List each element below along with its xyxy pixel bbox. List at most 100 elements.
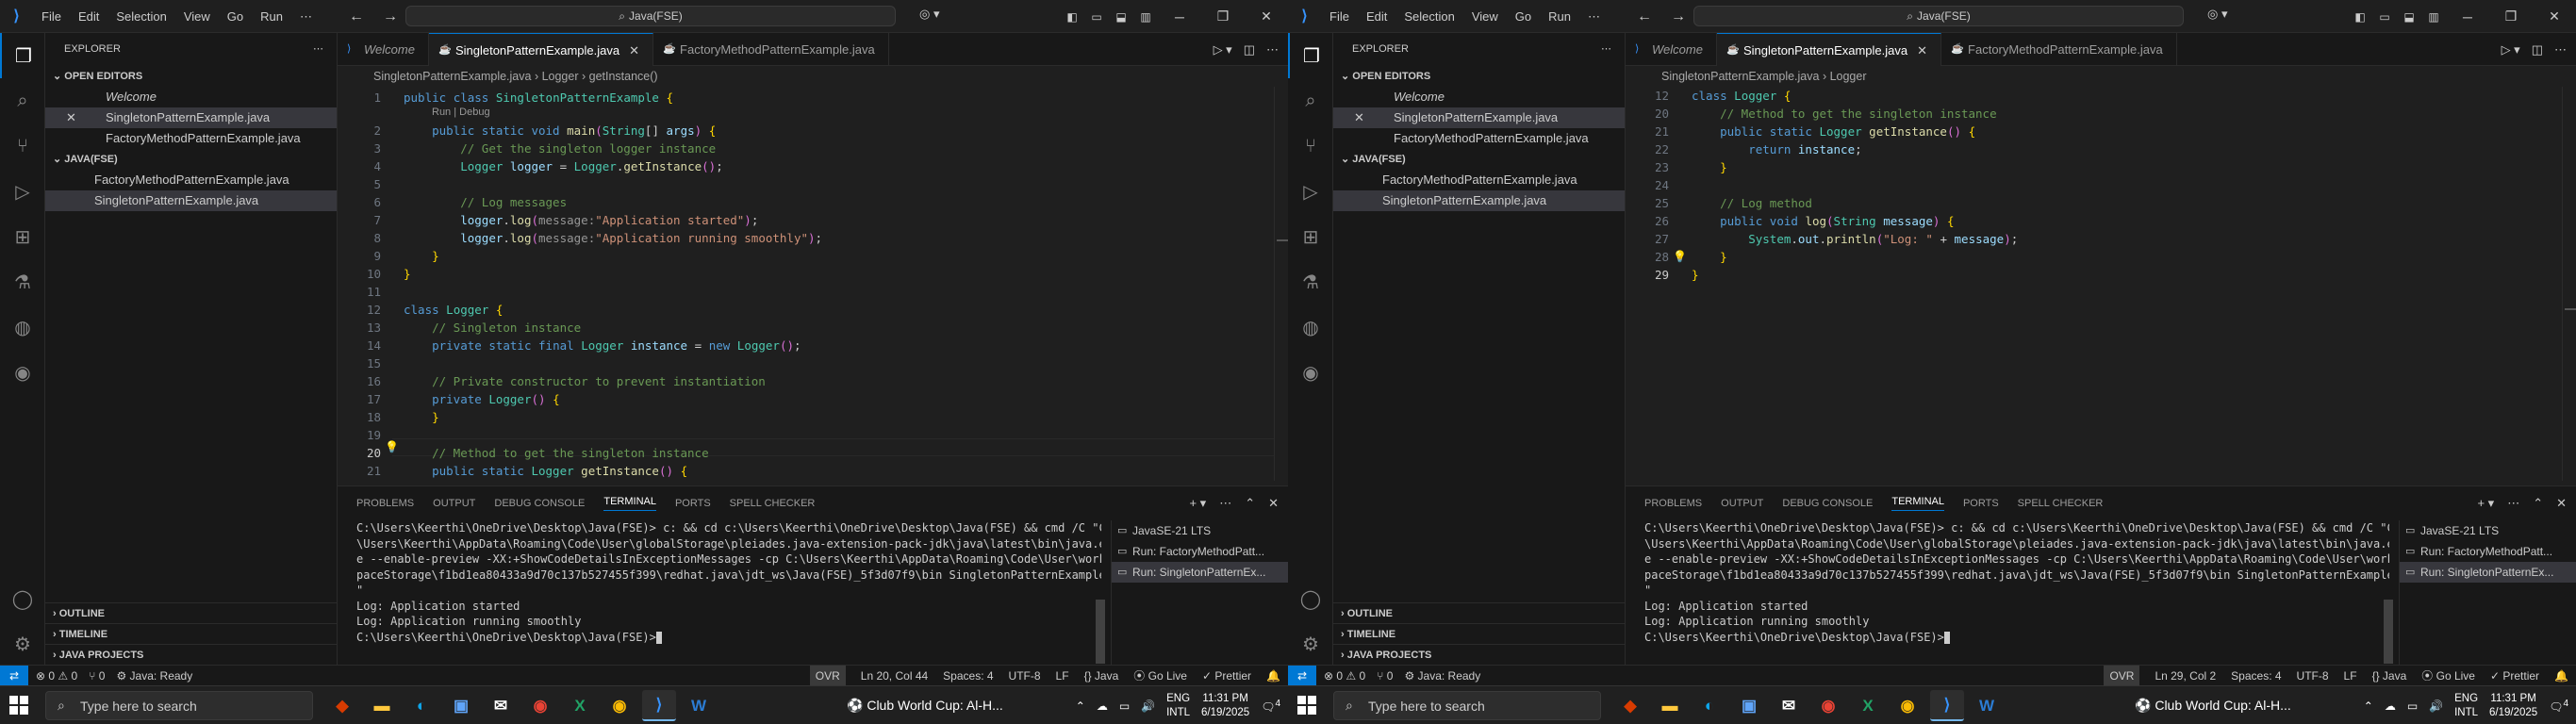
code-line[interactable]: 5 xyxy=(338,175,1288,193)
ports-status[interactable]: ⑂ 0 xyxy=(1377,666,1393,686)
volume-icon[interactable]: 🔊 xyxy=(2429,699,2443,713)
forward-arrow-icon[interactable]: → xyxy=(383,8,398,25)
code-line[interactable]: 2 public static void main(String[] args)… xyxy=(338,122,1288,140)
volume-icon[interactable]: 🔊 xyxy=(1141,699,1155,713)
tab-problems[interactable]: PROBLEMS xyxy=(1644,498,1702,509)
problems-status[interactable]: ⊗ 0 ⚠ 0 xyxy=(1324,666,1365,686)
new-terminal-icon[interactable]: + ▾ xyxy=(2477,496,2494,511)
excel-icon[interactable]: X xyxy=(563,690,597,721)
language-indicator[interactable]: ENG INTL xyxy=(2454,692,2478,720)
more-actions-icon[interactable]: ⋯ xyxy=(1266,42,1279,58)
minimize-button[interactable]: ─ xyxy=(1158,0,1201,33)
split-editor-icon[interactable]: ◫ xyxy=(2532,42,2543,58)
code-editor[interactable]: Run | Debug 💡 1 public class SingletonPat… xyxy=(338,87,1288,481)
codelens-run-debug[interactable]: Run | Debug xyxy=(432,106,490,119)
code-line[interactable]: 17 private Logger() { xyxy=(338,390,1288,408)
run-icon[interactable]: ▷ ▾ xyxy=(1214,42,1232,58)
source-control-icon[interactable]: ⑂ xyxy=(0,123,45,169)
language-indicator[interactable]: ENG INTL xyxy=(1166,692,1190,720)
code-line[interactable]: 16 // Private constructor to prevent ins… xyxy=(338,372,1288,390)
command-center[interactable]: ⌕ Java(FSE) xyxy=(405,6,896,26)
chrome-icon[interactable]: ◉ xyxy=(523,690,557,721)
go-live-button[interactable]: ⦿ Go Live xyxy=(2421,666,2475,686)
code-line[interactable]: 27 System.out.println("Log: " + message)… xyxy=(1626,230,2576,248)
more-menu-icon[interactable]: ⋯ xyxy=(1579,0,1609,33)
vscode-app-icon[interactable]: ⟩ xyxy=(642,690,676,721)
code-line[interactable]: 22 return instance; xyxy=(1626,140,2576,158)
mail-icon[interactable]: ✉ xyxy=(484,690,518,721)
network-icon[interactable]: ☁ xyxy=(1097,699,1108,713)
breadcrumb-method[interactable]: getInstance() xyxy=(589,70,658,83)
terminal-item[interactable]: ▭ Run: FactoryMethodPatt... xyxy=(2400,541,2576,562)
terminal-item[interactable]: ▭ JavaSE-21 LTS xyxy=(2400,520,2576,541)
tab-terminal[interactable]: TERMINAL xyxy=(1891,496,1944,511)
toggle-secondary-sidebar-icon[interactable]: ▭ xyxy=(2372,10,2397,24)
code-line[interactable]: 3 // Get the singleton logger instance xyxy=(338,140,1288,157)
language-mode[interactable]: {} Java xyxy=(2372,666,2407,686)
breadcrumb-file[interactable]: SingletonPatternExample.java xyxy=(373,70,531,83)
copilot-app-icon[interactable]: ◆ xyxy=(1613,690,1647,721)
notifications-icon[interactable]: 🔔 xyxy=(2554,666,2568,686)
toggle-panel-icon[interactable]: ⬓ xyxy=(2397,10,2421,24)
code-line[interactable]: 10} xyxy=(338,265,1288,283)
notifications-icon[interactable]: 🔔 xyxy=(1266,666,1280,686)
search-view-icon[interactable]: ⌕ xyxy=(0,78,45,123)
code-line[interactable]: 8 logger.log(message:"Application runnin… xyxy=(338,229,1288,247)
taskbar-search[interactable]: ⌕ Type here to search xyxy=(45,691,313,720)
code-line[interactable]: 12 class Logger { xyxy=(1626,87,2576,105)
timeline-section[interactable]: › TIMELINE xyxy=(45,623,338,644)
code-line[interactable]: 21 public static Logger getInstance() { xyxy=(338,462,1288,480)
tab-spell-checker[interactable]: SPELL CHECKER xyxy=(730,498,816,509)
open-editor-factory[interactable]: FactoryMethodPatternExample.java xyxy=(1333,128,1625,149)
more-actions-icon[interactable]: ⋯ xyxy=(1219,496,1231,511)
code-editor[interactable]: 💡 12 class Logger {20 // Method to get th… xyxy=(1626,87,2576,481)
open-editors-section[interactable]: ⌄ OPEN EDITORS xyxy=(45,66,337,87)
account-icon[interactable]: ◯ xyxy=(0,576,45,621)
open-editor-factory[interactable]: FactoryMethodPatternExample.java xyxy=(45,128,337,149)
close-window-button[interactable]: ✕ xyxy=(1245,0,1288,33)
close-icon[interactable]: ✕ xyxy=(66,107,76,128)
cursor-position[interactable]: Ln 29, Col 2 xyxy=(2155,666,2216,686)
tab-ports[interactable]: PORTS xyxy=(675,498,711,509)
mail-icon[interactable]: ✉ xyxy=(1772,690,1806,721)
go-live-button[interactable]: ⦿ Go Live xyxy=(1133,666,1187,686)
java-status[interactable]: ⚙ Java: Ready xyxy=(116,666,192,686)
news-widget[interactable]: ⚽ Club World Cup: Al-H... xyxy=(2135,686,2291,724)
open-editor-singleton[interactable]: ✕ SingletonPatternExample.java xyxy=(45,107,337,128)
tab-debug-console[interactable]: DEBUG CONSOLE xyxy=(494,498,585,509)
terminal-scrollbar[interactable] xyxy=(2384,600,2393,664)
copilot-icon[interactable]: ◎ ▾ xyxy=(2207,7,2227,22)
more-actions-icon[interactable]: ⋯ xyxy=(313,33,323,66)
word-icon[interactable]: W xyxy=(682,690,716,721)
tab-factory[interactable]: ☕ FactoryMethodPatternExample.java xyxy=(653,33,889,66)
maximize-panel-icon[interactable]: ⌃ xyxy=(1245,496,1255,511)
outline-section[interactable]: › OUTLINE xyxy=(1333,602,1626,623)
prettier-status[interactable]: ✓ Prettier xyxy=(1202,666,1251,686)
problems-status[interactable]: ⊗ 0 ⚠ 0 xyxy=(36,666,77,686)
code-line[interactable]: 11 xyxy=(338,283,1288,301)
tab-problems[interactable]: PROBLEMS xyxy=(356,498,414,509)
search-view-icon[interactable]: ⌕ xyxy=(1288,78,1333,123)
toggle-secondary-sidebar-icon[interactable]: ▭ xyxy=(1084,10,1109,24)
forward-arrow-icon[interactable]: → xyxy=(1671,8,1686,25)
indentation[interactable]: Spaces: 4 xyxy=(943,666,993,686)
java-projects-section[interactable]: › JAVA PROJECTS xyxy=(1333,644,1626,665)
folder-section[interactable]: ⌄ JAVA(FSE) xyxy=(45,149,337,170)
tab-singleton[interactable]: ☕ SingletonPatternExample.java ✕ xyxy=(1716,33,1942,66)
terminal-scrollbar[interactable] xyxy=(1096,600,1105,664)
chrome-profile-icon[interactable]: ◉ xyxy=(1891,690,1924,721)
news-widget[interactable]: ⚽ Club World Cup: Al-H... xyxy=(847,686,1003,724)
terminal-item[interactable]: ▭ JavaSE-21 LTS xyxy=(1112,520,1288,541)
file-explorer-icon[interactable]: ▬ xyxy=(365,690,399,721)
menu-go[interactable]: Go xyxy=(219,0,252,33)
customize-layout-icon[interactable]: ▥ xyxy=(1133,10,1158,24)
store-icon[interactable]: ▣ xyxy=(444,690,478,721)
close-tab-icon[interactable]: ✕ xyxy=(1917,43,1927,58)
explorer-icon[interactable]: ❐ xyxy=(1288,33,1333,78)
menu-run[interactable]: Run xyxy=(252,0,291,33)
indentation[interactable]: Spaces: 4 xyxy=(2231,666,2281,686)
taskbar-search[interactable]: ⌕ Type here to search xyxy=(1333,691,1601,720)
remote-explorer-icon[interactable]: ◉ xyxy=(0,350,45,395)
ovr-indicator[interactable]: OVR xyxy=(809,666,846,686)
ovr-indicator[interactable]: OVR xyxy=(2104,666,2140,686)
